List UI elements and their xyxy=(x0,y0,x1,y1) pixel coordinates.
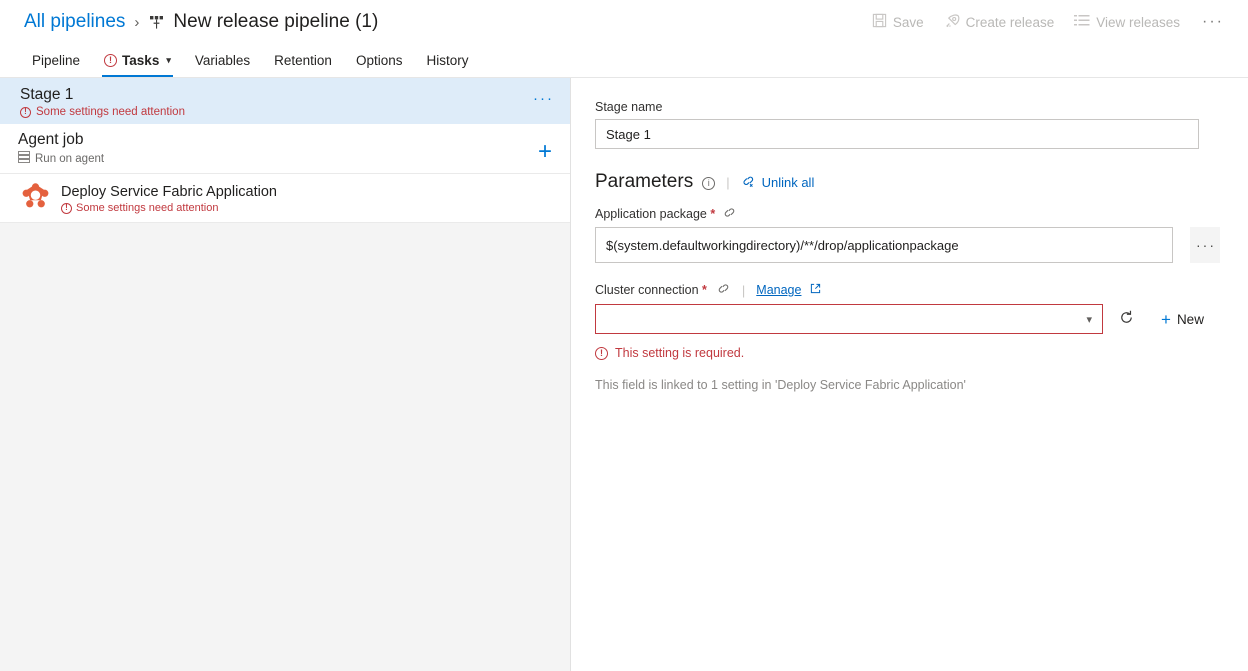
job-item-text: Agent job Run on agent xyxy=(18,130,104,166)
required-marker: * xyxy=(710,207,715,221)
pipeline-tree-panel: Stage 1 ! Some settings need attention ·… xyxy=(0,78,571,671)
tab-options[interactable]: Options xyxy=(344,44,415,77)
task-item-deploy-service-fabric-application[interactable]: Deploy Service Fabric Application ! Some… xyxy=(0,174,570,223)
job-title: Agent job xyxy=(18,130,104,150)
stage-item-text: Stage 1 ! Some settings need attention xyxy=(20,85,185,118)
tab-variables-label: Variables xyxy=(195,53,250,68)
job-item-agent-job[interactable]: Agent job Run on agent + xyxy=(0,124,570,174)
tab-variables[interactable]: Variables xyxy=(183,44,262,77)
tab-history-label: History xyxy=(426,53,468,68)
breadcrumb-all-pipelines-link[interactable]: All pipelines xyxy=(24,11,125,33)
cluster-connection-row: ▾ + New xyxy=(595,304,1220,334)
header-toolbar: Save Create release xyxy=(864,0,1234,44)
unlink-all-button[interactable]: Unlink all xyxy=(741,174,815,191)
tab-options-label: Options xyxy=(356,53,403,68)
parameters-header: Parameters i | Unlink all xyxy=(595,171,1220,193)
tab-pipeline[interactable]: Pipeline xyxy=(20,44,92,77)
parameters-title: Parameters xyxy=(595,171,693,193)
agent-job-card: Agent job Run on agent + xyxy=(0,124,570,223)
unlink-all-label: Unlink all xyxy=(762,175,815,190)
stage-details-panel: Stage name Parameters i | Unlink all App… xyxy=(571,78,1248,671)
tab-retention-label: Retention xyxy=(274,53,332,68)
create-release-label: Create release xyxy=(966,15,1055,30)
rocket-icon xyxy=(944,13,960,32)
stage-title: Stage 1 xyxy=(20,85,185,104)
job-subtitle-label: Run on agent xyxy=(35,153,104,165)
stage-name-label: Stage name xyxy=(595,100,1220,114)
manage-link[interactable]: Manage xyxy=(756,283,801,297)
required-marker: * xyxy=(702,283,707,297)
application-package-label: Application package * xyxy=(595,206,1220,222)
release-pipeline-icon xyxy=(148,14,165,31)
task-status-label: Some settings need attention xyxy=(76,202,218,214)
stage-item-stage-1[interactable]: Stage 1 ! Some settings need attention ·… xyxy=(0,78,570,124)
application-package-row: ··· xyxy=(595,227,1220,263)
stage-status-label: Some settings need attention xyxy=(36,106,185,118)
warning-icon: ! xyxy=(61,203,72,214)
warning-icon: ! xyxy=(20,107,31,118)
view-releases-label: View releases xyxy=(1096,15,1180,30)
task-item-text: Deploy Service Fabric Application ! Some… xyxy=(61,182,277,214)
unlink-icon xyxy=(741,174,756,191)
new-service-connection-button[interactable]: + New xyxy=(1153,307,1212,332)
divider: | xyxy=(742,283,745,298)
add-task-button[interactable]: + xyxy=(538,140,552,164)
application-package-browse-button[interactable]: ··· xyxy=(1190,227,1220,263)
list-icon xyxy=(1074,14,1090,31)
external-link-icon xyxy=(810,283,821,297)
task-status: ! Some settings need attention xyxy=(61,202,277,214)
new-label: New xyxy=(1177,312,1204,327)
chevron-down-icon: ▾ xyxy=(166,55,171,66)
breadcrumb-separator: › xyxy=(134,15,139,30)
tab-tasks-label: Tasks xyxy=(122,53,159,68)
plus-icon: + xyxy=(1161,311,1171,328)
refresh-icon xyxy=(1118,309,1135,329)
stage-more-options-icon[interactable]: ··· xyxy=(533,91,554,106)
view-releases-button[interactable]: View releases xyxy=(1066,9,1188,36)
task-title: Deploy Service Fabric Application xyxy=(61,183,277,201)
save-disk-icon xyxy=(872,13,887,31)
stage-status: ! Some settings need attention xyxy=(20,106,185,118)
breadcrumb: All pipelines › New release pipeline (1) xyxy=(24,11,378,33)
page-body: Stage 1 ! Some settings need attention ·… xyxy=(0,78,1248,671)
more-options-icon[interactable]: ··· xyxy=(1192,9,1234,35)
stage-name-input[interactable] xyxy=(595,119,1199,149)
cluster-connection-dropdown[interactable]: ▾ xyxy=(595,304,1103,334)
cluster-connection-error: ! This setting is required. xyxy=(595,346,1220,360)
cluster-connection-label: Cluster connection * | Manage xyxy=(595,282,1220,298)
save-button[interactable]: Save xyxy=(864,8,932,36)
warning-icon: ! xyxy=(104,54,117,67)
agent-server-icon xyxy=(18,151,30,166)
chevron-down-icon: ▾ xyxy=(1086,313,1092,326)
breadcrumb-current: New release pipeline (1) xyxy=(148,11,378,33)
pipeline-title: New release pipeline (1) xyxy=(173,11,378,33)
tab-history[interactable]: History xyxy=(414,44,480,77)
page-header: All pipelines › New release pipeline (1) xyxy=(0,0,1248,44)
application-package-label-text: Application package xyxy=(595,207,707,221)
tab-tasks[interactable]: ! Tasks ▾ xyxy=(92,44,183,77)
warning-icon: ! xyxy=(595,347,608,360)
application-package-input[interactable] xyxy=(595,227,1173,263)
linked-setting-help-text: This field is linked to 1 setting in 'De… xyxy=(595,378,1220,392)
service-fabric-icon xyxy=(22,182,49,214)
divider: | xyxy=(726,175,729,190)
tab-pipeline-label: Pipeline xyxy=(32,53,80,68)
refresh-button[interactable] xyxy=(1111,304,1141,334)
job-subtitle: Run on agent xyxy=(18,151,104,166)
cluster-connection-label-text: Cluster connection xyxy=(595,283,699,297)
tab-retention[interactable]: Retention xyxy=(262,44,344,77)
error-message-text: This setting is required. xyxy=(615,346,744,360)
link-icon[interactable] xyxy=(716,282,731,298)
info-icon[interactable]: i xyxy=(702,177,715,190)
tab-bar: Pipeline ! Tasks ▾ Variables Retention O… xyxy=(0,44,1248,78)
link-icon[interactable] xyxy=(722,206,737,222)
save-label: Save xyxy=(893,15,924,30)
create-release-button[interactable]: Create release xyxy=(936,8,1063,37)
